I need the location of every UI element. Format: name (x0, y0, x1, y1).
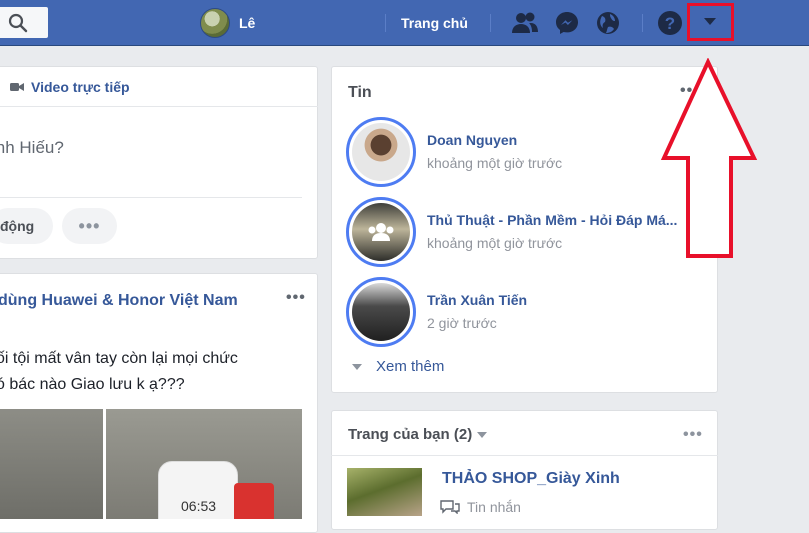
see-more-stories-button[interactable]: Xem thêm (352, 358, 444, 375)
messenger-icon[interactable] (553, 9, 581, 37)
story-time: 2 giờ trước (427, 315, 497, 331)
post-text-line: ó bác nào Giao lưu k ạ??? (0, 376, 185, 393)
profile-name: Lê (239, 15, 256, 31)
live-video-label: Video trực tiếp (31, 79, 130, 95)
nav-divider (642, 14, 643, 32)
divider (0, 106, 318, 107)
post-text-line: ối tội mất vân tay còn lại mọi chức (0, 350, 238, 367)
page-name[interactable]: THẢO SHOP_Giày Xinh (442, 470, 620, 488)
avatar (200, 8, 230, 38)
video-camera-icon (10, 83, 24, 91)
red-arrow-annotation (660, 58, 758, 258)
nav-divider (385, 14, 386, 32)
composer-input[interactable]: inh Hiếu? (0, 138, 64, 158)
composer-more-button[interactable]: ••• (62, 208, 117, 244)
chevron-down-icon (477, 431, 488, 438)
story-avatar[interactable] (346, 277, 416, 347)
post-options-button[interactable]: ••• (286, 289, 306, 307)
phone-clock-text: 06:53 (181, 498, 217, 514)
page-thumbnail[interactable] (347, 468, 422, 516)
search-button[interactable] (0, 7, 48, 38)
story-author-name[interactable]: Trần Xuân Tiến (427, 292, 527, 308)
story-time: khoảng một giờ trước (427, 235, 563, 251)
your-pages-title[interactable]: Trang của bạn (2) (348, 426, 488, 443)
stories-title: Tin (348, 84, 372, 101)
post-group-name[interactable]: dùng Huawei & Honor Việt Nam (0, 292, 238, 310)
notifications-globe-icon[interactable] (594, 9, 622, 37)
account-menu-button[interactable] (687, 3, 734, 41)
help-icon[interactable]: ? (656, 9, 684, 37)
divider (0, 197, 302, 198)
svg-text:?: ? (665, 14, 675, 33)
profile-link[interactable]: Lê (200, 8, 255, 38)
see-more-label: Xem thêm (376, 358, 445, 375)
dropdown-caret-icon (704, 18, 716, 25)
top-navigation-bar: Lê Trang chủ ? (0, 0, 809, 46)
phone-case-image (234, 483, 274, 519)
story-author-name[interactable]: Doan Nguyen (427, 132, 517, 148)
phone-image: 06:53 (158, 461, 238, 519)
your-pages-label: Trang của bạn (2) (348, 426, 473, 443)
feeling-activity-button[interactable]: động (0, 208, 53, 244)
story-avatar[interactable] (346, 197, 416, 267)
nav-divider (490, 14, 491, 32)
group-icon (368, 223, 394, 241)
search-icon (8, 13, 28, 33)
live-video-button[interactable]: Video trực tiếp (10, 79, 130, 95)
pages-options-button[interactable]: ••• (683, 426, 703, 444)
post-photo[interactable] (0, 409, 103, 519)
story-time: khoảng một giờ trước (427, 155, 563, 171)
home-link[interactable]: Trang chủ (401, 15, 468, 31)
story-avatar[interactable] (346, 117, 416, 187)
messages-icon (440, 500, 460, 514)
post-photo[interactable]: 06:53 (106, 409, 302, 519)
divider (331, 455, 718, 456)
friend-requests-icon[interactable] (511, 9, 539, 37)
story-author-name[interactable]: Thủ Thuật - Phần Mềm - Hỏi Đáp Má... (427, 212, 677, 228)
chevron-down-icon (352, 363, 362, 370)
